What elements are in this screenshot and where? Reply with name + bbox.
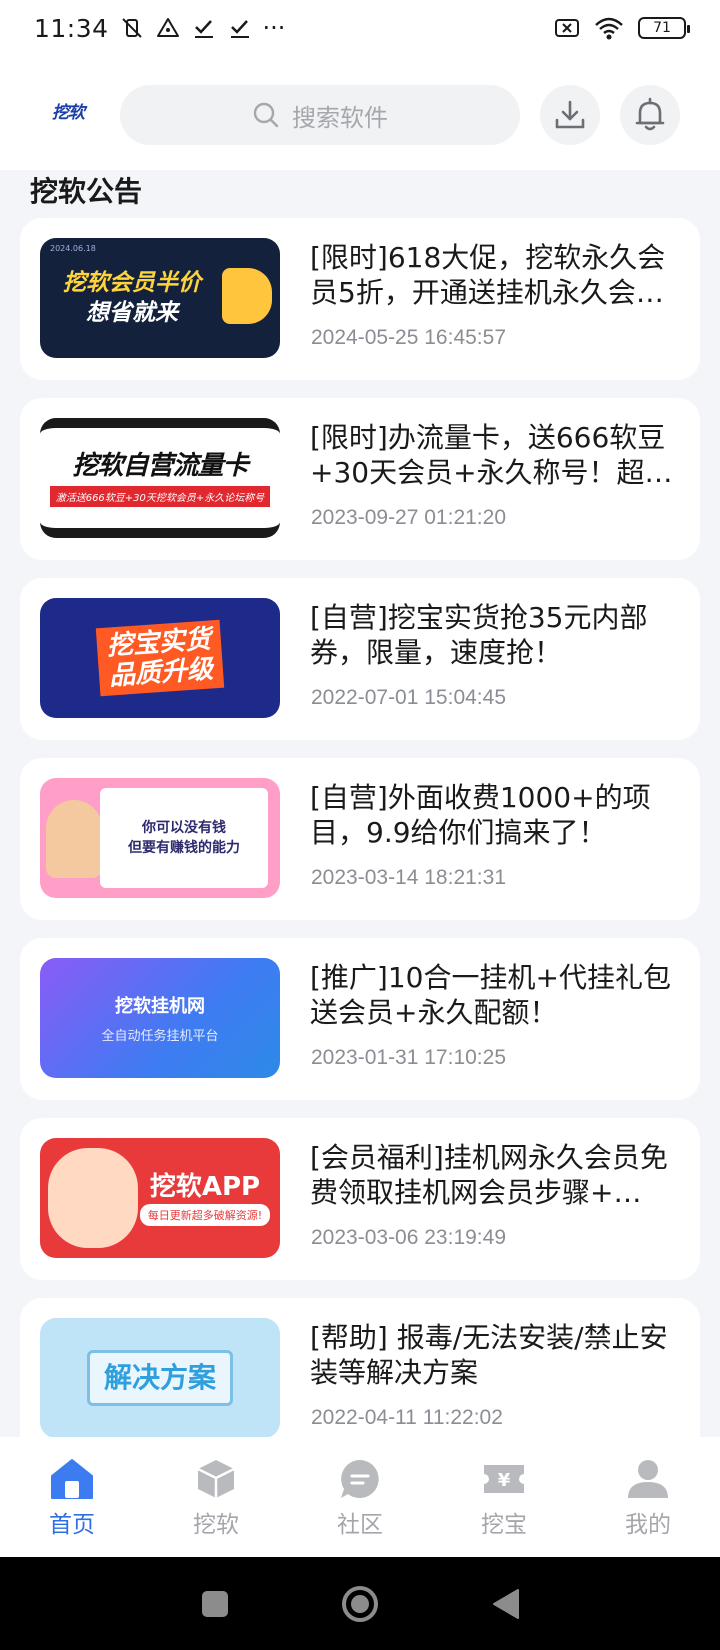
thumb-text: 挖软APP: [149, 1172, 261, 1202]
download-button[interactable]: [540, 85, 600, 145]
search-icon: [253, 102, 279, 128]
tab-home[interactable]: 首页: [17, 1457, 127, 1539]
announcement-title: [自营]外面收费1000+的项目，9.9给你们搞来了！: [310, 781, 651, 849]
thumb-sub: 每日更新超多破解资源!: [139, 1204, 271, 1226]
notifications-button[interactable]: [620, 85, 680, 145]
thumb-text: 你可以没有钱: [142, 820, 226, 836]
tab-label: 首页: [49, 1512, 95, 1538]
announcement-date: 2023-03-06 23:19:49: [311, 1226, 506, 1249]
announcement-card[interactable]: 你可以没有钱 但要有赚钱的能力 [自营]外面收费1000+的项目，9.9给你们搞…: [20, 758, 700, 920]
ticket-icon: ¥: [484, 1465, 524, 1493]
thumb-sub: 全自动任务挂机平台: [101, 1028, 219, 1044]
announcement-date: 2023-03-14 18:21:31: [311, 866, 506, 889]
tab-label: 我的: [625, 1512, 671, 1538]
sim-off-icon: [555, 19, 579, 37]
announcement-thumbnail: 2024.06.18 挖软会员半价 想省就来: [40, 238, 280, 358]
battery-indicator: 71: [638, 17, 690, 39]
announcement-card[interactable]: 解决方案 [帮助] 报毒/无法安装/禁止安装等解决方案 2022-04-11 1…: [20, 1298, 700, 1438]
megaphone-icon: [222, 268, 272, 324]
user-icon: [628, 1460, 668, 1498]
svg-text:¥: ¥: [498, 1470, 511, 1491]
home-button[interactable]: [340, 1584, 380, 1624]
announcement-title: [自营]挖宝实货抢35元内部券，限量，速度抢！: [310, 601, 648, 669]
tab-profile[interactable]: 我的: [593, 1457, 703, 1539]
thumb-strip: 2024.06.18: [50, 244, 96, 253]
status-left: 11:34 ···: [34, 14, 285, 43]
app-logo[interactable]: 挖软: [52, 98, 88, 128]
more-notifications: ···: [262, 14, 286, 42]
status-time: 11:34: [34, 13, 109, 43]
announcement-title: [限时]办流量卡，送666软豆+30天会员+永久称号！超…: [310, 421, 673, 489]
announcement-title: [推广]10合一挂机+代挂礼包送会员+永久配额！: [310, 961, 671, 1029]
download-icon: [555, 100, 585, 129]
announcement-card[interactable]: 挖软APP 每日更新超多破解资源! [会员福利]挂机网永久会员免费领取挂机网会员…: [20, 1118, 700, 1280]
announcement-card[interactable]: 2024.06.18 挖软会员半价 想省就来 [限时]618大促，挖软永久会员5…: [20, 218, 700, 380]
status-right: 71: [554, 16, 690, 40]
recents-button[interactable]: [200, 1589, 230, 1619]
announcement-date: 2022-04-11 11:22:02: [311, 1406, 503, 1429]
announcement-title: [帮助] 报毒/无法安装/禁止安装等解决方案: [310, 1321, 668, 1389]
announcement-thumbnail: 挖软挂机网 全自动任务挂机平台: [40, 958, 280, 1078]
announcement-card[interactable]: 挖软挂机网 全自动任务挂机平台 [推广]10合一挂机+代挂礼包送会员+永久配额！…: [20, 938, 700, 1100]
status-bar: 11:34 ··· 71: [0, 0, 720, 56]
tab-label: 社区: [337, 1512, 383, 1538]
cartoon-illustration: [48, 1148, 138, 1248]
announcement-thumbnail: 挖软APP 每日更新超多破解资源!: [40, 1138, 280, 1258]
back-button[interactable]: [490, 1588, 520, 1620]
bottom-tab-bar: 首页 挖软 社区 ¥ 挖宝 我的: [0, 1437, 720, 1557]
thumb-text: 挖软自营流量卡: [72, 450, 248, 481]
tab-label: 挖软: [193, 1512, 239, 1538]
search-placeholder: 搜索软件: [292, 103, 388, 132]
announcement-thumbnail: 解决方案: [40, 1318, 280, 1438]
announcement-date: 2023-01-31 17:10:25: [311, 1046, 506, 1069]
announcement-date: 2024-05-25 16:45:57: [311, 326, 506, 349]
announcement-card[interactable]: 挖宝实货 品质升级 [自营]挖宝实货抢35元内部券，限量，速度抢！ 2022-0…: [20, 578, 700, 740]
check-icon: [194, 20, 213, 38]
announcement-thumbnail: 挖软自营流量卡 激活送666软豆+30天挖软会员+永久论坛称号: [40, 418, 280, 538]
thumb-text: 挖软会员半价: [63, 270, 201, 296]
check-icon: [230, 20, 249, 38]
vibrate-off-icon: [121, 18, 142, 38]
thumb-sub: 激活送666软豆+30天挖软会员+永久论坛称号: [49, 485, 271, 507]
tab-label: 挖宝: [481, 1512, 527, 1538]
wifi-icon: [595, 17, 623, 40]
girl-illustration: [46, 800, 102, 878]
thumb-text-2: 想省就来: [86, 300, 178, 326]
announcement-card[interactable]: 挖软自营流量卡 激活送666软豆+30天挖软会员+永久论坛称号 [限时]办流量卡…: [20, 398, 700, 560]
thumb-text: 挖软挂机网: [115, 995, 205, 1017]
announcement-thumbnail: 挖宝实货 品质升级: [40, 598, 280, 718]
search-bar[interactable]: 搜索软件: [120, 85, 520, 145]
tab-wasoft[interactable]: 挖软: [161, 1457, 271, 1539]
tab-treasure[interactable]: ¥ 挖宝: [449, 1457, 559, 1539]
system-navigation-bar: [0, 1557, 720, 1650]
thumb-text-2: 但要有赚钱的能力: [128, 840, 240, 856]
box-icon: [197, 1460, 235, 1498]
thumb-text-2: 品质升级: [108, 654, 214, 692]
announcement-date: 2022-07-01 15:04:45: [311, 686, 506, 709]
chat-icon: [341, 1460, 379, 1498]
announcement-thumbnail: 你可以没有钱 但要有赚钱的能力: [40, 778, 280, 898]
warning-icon: [156, 18, 179, 37]
home-icon: [51, 1459, 93, 1499]
thumb-text: 解决方案: [103, 1361, 216, 1394]
announcement-date: 2023-09-27 01:21:20: [311, 506, 506, 529]
announcement-title: [限时]618大促，挖软永久会员5折，开通送挂机永久会…: [310, 241, 666, 309]
app-header: 挖软 搜索软件: [0, 56, 720, 170]
tab-community[interactable]: 社区: [305, 1457, 415, 1539]
bell-icon: [635, 97, 665, 131]
announcement-list: 2024.06.18 挖软会员半价 想省就来 [限时]618大促，挖软永久会员5…: [20, 218, 700, 1438]
announcement-title: [会员福利]挂机网永久会员免费领取挂机网会员步骤+…: [310, 1141, 668, 1209]
section-title: 挖软公告: [30, 175, 143, 208]
